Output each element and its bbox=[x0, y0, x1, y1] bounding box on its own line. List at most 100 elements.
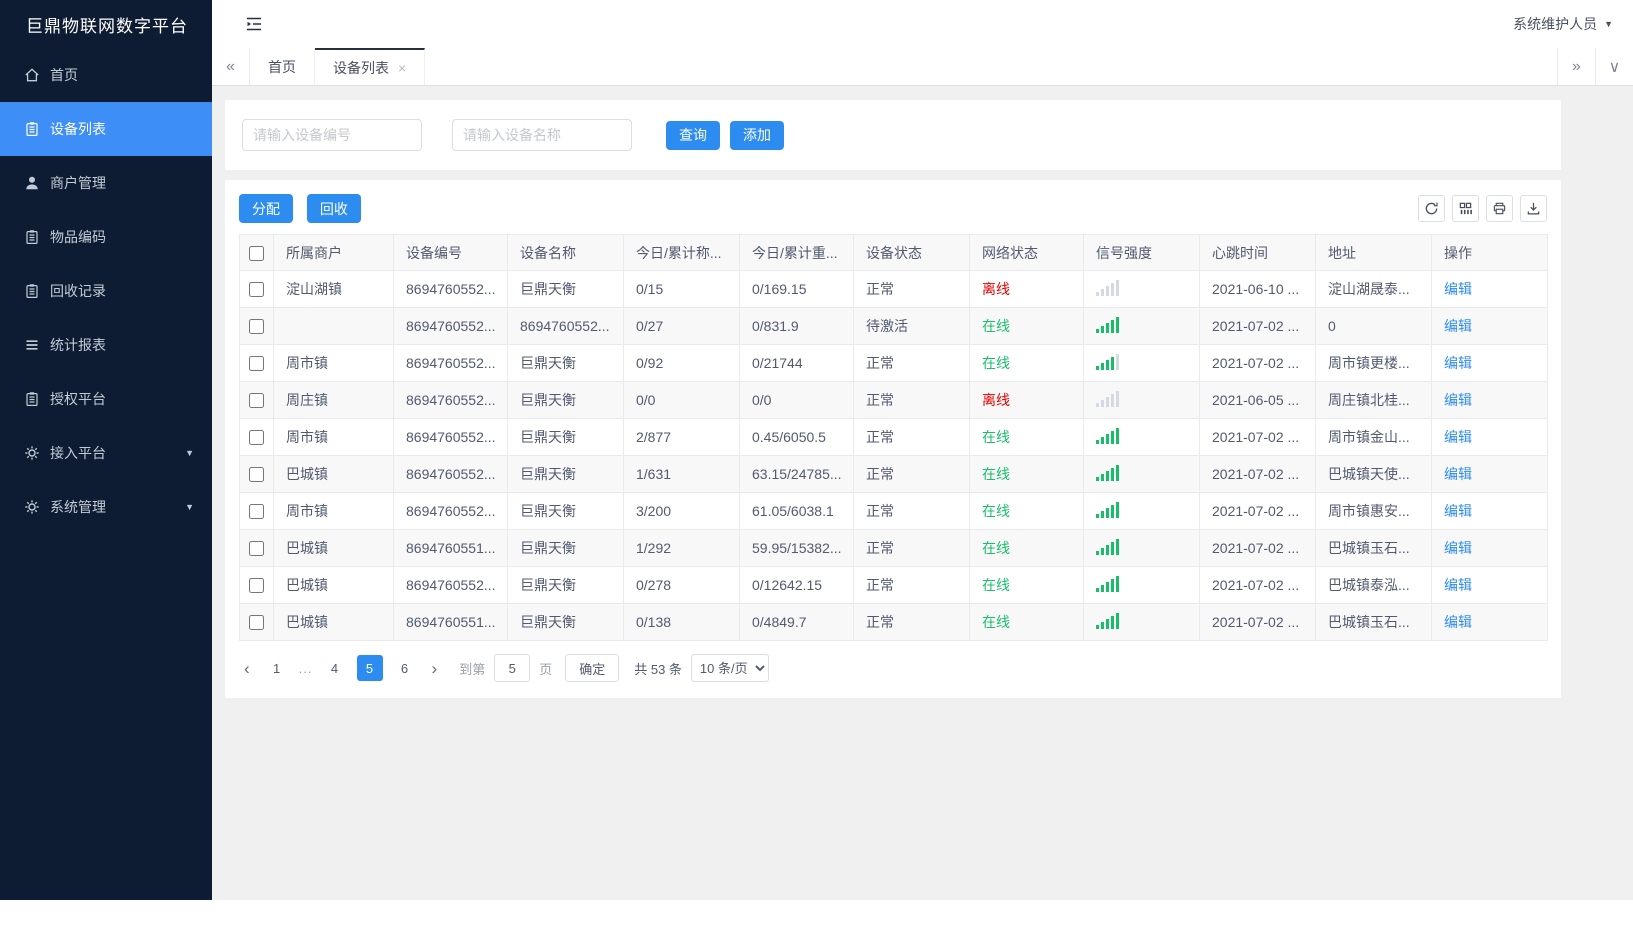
page-number[interactable]: 4 bbox=[322, 655, 348, 681]
row-checkbox[interactable] bbox=[249, 578, 264, 594]
cell-today-count: 0/278 bbox=[623, 566, 740, 604]
edit-link[interactable]: 编辑 bbox=[1444, 318, 1472, 334]
sidebar-item-item-code[interactable]: 物品编码 bbox=[0, 210, 212, 264]
sidebar: 巨鼎物联网数字平台 首页 设备列表 商户管理 物品编码 回收记录 统计报表 授权平台 接入平台… bbox=[0, 0, 212, 900]
assign-button[interactable]: 分配 bbox=[239, 194, 293, 223]
cell-network-status: 离线 bbox=[969, 381, 1084, 419]
row-checkbox[interactable] bbox=[249, 504, 264, 520]
sidebar-item-device-list[interactable]: 设备列表 bbox=[0, 102, 212, 156]
signal-bar bbox=[1101, 584, 1104, 592]
select-all-checkbox[interactable] bbox=[249, 245, 264, 261]
chevron-down-icon: ▼ bbox=[185, 448, 194, 458]
sidebar-item-merchant-mgmt[interactable]: 商户管理 bbox=[0, 156, 212, 210]
cell-today-count: 0/92 bbox=[623, 344, 740, 382]
cell-signal bbox=[1083, 270, 1200, 308]
row-select-cell bbox=[239, 566, 274, 604]
edit-link[interactable]: 编辑 bbox=[1444, 355, 1472, 371]
signal-bar bbox=[1106, 285, 1109, 296]
sidebar-item-system-mgmt[interactable]: 系统管理 ▼ bbox=[0, 480, 212, 534]
row-checkbox[interactable] bbox=[249, 541, 264, 557]
signal-bar bbox=[1111, 578, 1114, 592]
cell-merchant: 巴城镇 bbox=[273, 566, 394, 604]
total-count-label: 共 53 条 bbox=[634, 661, 682, 677]
row-checkbox[interactable] bbox=[249, 430, 264, 446]
page-number[interactable]: 1 bbox=[264, 655, 290, 681]
cell-device-name: 巨鼎天衡 bbox=[507, 529, 624, 567]
column-header: 今日/累计称... bbox=[623, 234, 740, 271]
signal-bar bbox=[1116, 538, 1119, 555]
sidebar-item-access-platform[interactable]: 接入平台 ▼ bbox=[0, 426, 212, 480]
table-row: 周市镇 8694760552... 巨鼎天衡 2/877 0.45/6050.5 正常 在线… bbox=[239, 418, 1548, 456]
confirm-button[interactable]: 确定 bbox=[565, 654, 620, 682]
bottom-strip bbox=[0, 900, 1633, 937]
goto-page-input[interactable] bbox=[494, 654, 531, 682]
print-icon[interactable] bbox=[1486, 195, 1513, 222]
cell-merchant bbox=[273, 307, 394, 345]
recycle-button[interactable]: 回收 bbox=[306, 194, 361, 223]
tab-close-icon[interactable]: × bbox=[398, 61, 406, 75]
row-checkbox[interactable] bbox=[249, 282, 264, 298]
tab-home[interactable]: 首页 bbox=[250, 48, 315, 85]
tabs-scroll-left-icon[interactable]: « bbox=[212, 48, 250, 85]
cell-actions: 编辑 bbox=[1431, 270, 1548, 308]
cell-merchant: 周庄镇 bbox=[273, 381, 394, 419]
toolbar-tools bbox=[1418, 195, 1547, 222]
edit-link[interactable]: 编辑 bbox=[1444, 429, 1472, 445]
signal-strength-icon bbox=[1096, 279, 1119, 296]
cell-today-count: 0/0 bbox=[623, 381, 740, 419]
signal-bar bbox=[1106, 581, 1109, 592]
row-select-cell bbox=[239, 455, 274, 493]
cell-signal bbox=[1083, 529, 1200, 567]
sidebar-item-label: 授权平台 bbox=[50, 391, 106, 407]
sidebar-item-home[interactable]: 首页 bbox=[0, 48, 212, 102]
add-button[interactable]: 添加 bbox=[730, 120, 784, 150]
edit-link[interactable]: 编辑 bbox=[1444, 392, 1472, 408]
edit-link[interactable]: 编辑 bbox=[1444, 540, 1472, 556]
device-number-input[interactable] bbox=[242, 119, 422, 151]
signal-bar bbox=[1116, 316, 1119, 333]
page-number[interactable]: 6 bbox=[392, 655, 418, 681]
row-checkbox[interactable] bbox=[249, 356, 264, 372]
cell-actions: 编辑 bbox=[1431, 603, 1548, 641]
signal-bar bbox=[1096, 439, 1099, 444]
tabs-scroll-right-icon[interactable]: » bbox=[1557, 48, 1595, 85]
sidebar-item-auth-platform[interactable]: 授权平台 bbox=[0, 372, 212, 426]
tabs-menu-icon[interactable]: ∨ bbox=[1595, 48, 1633, 85]
cell-device-no: 8694760551... bbox=[393, 603, 508, 641]
edit-link[interactable]: 编辑 bbox=[1444, 614, 1472, 630]
cell-actions: 编辑 bbox=[1431, 529, 1548, 567]
row-checkbox[interactable] bbox=[249, 467, 264, 483]
query-button[interactable]: 查询 bbox=[666, 120, 720, 150]
signal-bar bbox=[1106, 544, 1109, 555]
edit-link[interactable]: 编辑 bbox=[1444, 281, 1472, 297]
cell-today-weight: 0/21744 bbox=[739, 344, 854, 382]
row-checkbox[interactable] bbox=[249, 615, 264, 631]
signal-bar bbox=[1106, 618, 1109, 629]
refresh-icon[interactable] bbox=[1418, 195, 1445, 222]
page-size-select[interactable]: 10 条/页 bbox=[690, 654, 769, 682]
sidebar-item-recycle-records[interactable]: 回收记录 bbox=[0, 264, 212, 318]
sidebar-collapse-icon[interactable] bbox=[242, 12, 266, 36]
edit-link[interactable]: 编辑 bbox=[1444, 577, 1472, 593]
cell-signal bbox=[1083, 418, 1200, 456]
signal-bar bbox=[1106, 470, 1109, 481]
cell-device-name: 8694760552... bbox=[507, 307, 624, 345]
export-icon[interactable] bbox=[1520, 195, 1547, 222]
cell-device-status: 正常 bbox=[853, 344, 970, 382]
columns-icon[interactable] bbox=[1452, 195, 1479, 222]
row-checkbox[interactable] bbox=[249, 393, 264, 409]
edit-link[interactable]: 编辑 bbox=[1444, 503, 1472, 519]
page-number[interactable]: 5 bbox=[356, 655, 383, 681]
cell-today-weight: 0/12642.15 bbox=[739, 566, 854, 604]
cell-today-count: 0/27 bbox=[623, 307, 740, 345]
user-menu[interactable]: 系统维护人员 ▼ bbox=[1513, 14, 1613, 34]
prev-page-icon[interactable]: ‹ bbox=[239, 660, 255, 677]
device-name-input[interactable] bbox=[452, 119, 632, 151]
next-page-icon[interactable]: › bbox=[427, 660, 443, 677]
signal-bar bbox=[1101, 510, 1104, 518]
sidebar-item-stats-report[interactable]: 统计报表 bbox=[0, 318, 212, 372]
edit-link[interactable]: 编辑 bbox=[1444, 466, 1472, 482]
row-checkbox[interactable] bbox=[249, 319, 264, 335]
tab-device-list[interactable]: 设备列表 × bbox=[315, 48, 426, 85]
signal-bar bbox=[1096, 550, 1099, 555]
